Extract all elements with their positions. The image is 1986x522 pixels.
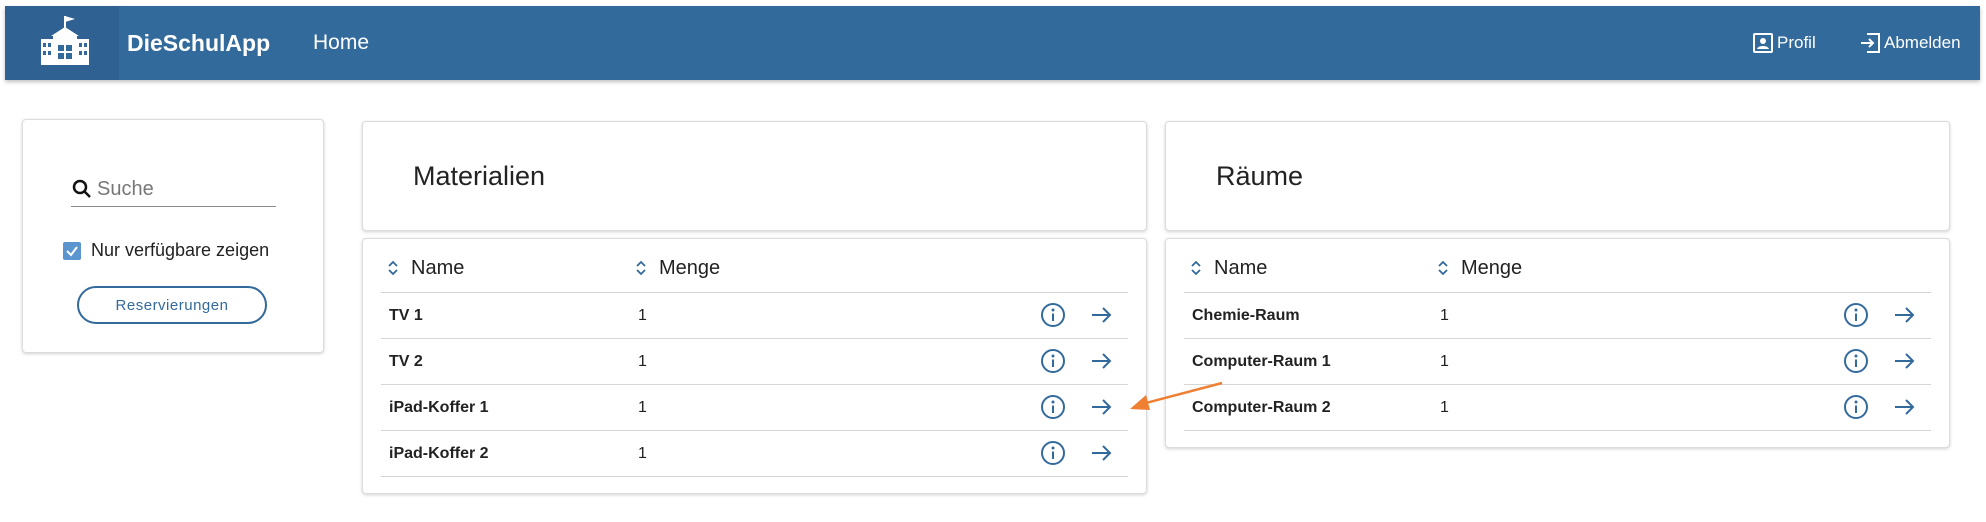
item-qty: 1 <box>1440 307 1449 324</box>
info-icon[interactable] <box>1040 348 1066 374</box>
rooms-sort-qty[interactable]: Menge <box>1437 239 1522 297</box>
only-available-label: Nur verfügbare zeigen <box>91 240 270 260</box>
table-row[interactable]: Computer-Raum 1 1 <box>1184 339 1931 385</box>
rooms-title: Räume <box>1216 161 1304 191</box>
column-header-qty: Menge <box>1461 257 1523 279</box>
materials-table-header: Name Menge <box>381 239 1128 293</box>
logout-icon <box>1861 33 1880 53</box>
item-qty: 1 <box>1440 399 1449 416</box>
item-name: iPad-Koffer 2 <box>389 445 489 462</box>
materials-header-card: Materialien <box>362 121 1147 231</box>
info-icon[interactable] <box>1040 440 1066 466</box>
item-name: TV 1 <box>389 307 423 324</box>
only-available-option[interactable]: Nur verfügbare zeigen <box>63 240 269 261</box>
sort-icon <box>1438 260 1448 276</box>
item-name: Chemie-Raum <box>1192 307 1300 324</box>
arrow-right-icon[interactable] <box>1088 302 1114 328</box>
item-qty: 1 <box>638 445 647 462</box>
search-field[interactable] <box>71 172 276 207</box>
sort-icon <box>636 260 646 276</box>
sort-icon <box>1191 260 1201 276</box>
materials-title: Materialien <box>413 161 546 191</box>
arrow-right-icon[interactable] <box>1891 348 1917 374</box>
annotation-arrow <box>1130 381 1223 410</box>
materials-sort-name[interactable]: Name <box>387 239 464 297</box>
profile-icon <box>1753 33 1773 53</box>
filter-card: Nur verfügbare zeigen Reservierungen <box>22 119 324 353</box>
table-row[interactable]: iPad-Koffer 2 1 <box>381 431 1128 477</box>
column-header-name: Name <box>411 257 465 279</box>
rooms-table-card: Name Menge Chemie-Raum 1 Computer-Raum 1… <box>1165 238 1950 448</box>
item-name: TV 2 <box>389 353 423 370</box>
rooms-header-card: Räume <box>1165 121 1950 231</box>
table-row[interactable]: TV 2 1 <box>381 339 1128 385</box>
table-row[interactable]: Computer-Raum 2 1 <box>1184 385 1931 431</box>
arrow-right-icon[interactable] <box>1891 302 1917 328</box>
materials-sort-qty[interactable]: Menge <box>635 239 720 297</box>
item-qty: 1 <box>1440 353 1449 370</box>
column-header-qty: Menge <box>659 257 721 279</box>
top-bar: DieSchulApp Home Profil Abmelden <box>5 6 1980 80</box>
only-available-checkbox[interactable] <box>63 241 81 260</box>
table-row[interactable]: Chemie-Raum 1 <box>1184 293 1931 339</box>
logout-button[interactable]: Abmelden <box>1858 6 1961 80</box>
table-row[interactable]: iPad-Koffer 1 1 <box>381 385 1128 431</box>
school-logo-icon <box>41 16 89 65</box>
nav-home-link[interactable]: Home <box>313 6 369 80</box>
logo[interactable] <box>5 6 119 80</box>
item-qty: 1 <box>638 399 647 416</box>
info-icon[interactable] <box>1843 302 1869 328</box>
table-row[interactable]: TV 1 1 <box>381 293 1128 339</box>
info-icon[interactable] <box>1040 302 1066 328</box>
arrow-right-icon[interactable] <box>1088 440 1114 466</box>
check-icon <box>66 245 78 257</box>
profile-button[interactable]: Profil <box>1751 6 1816 80</box>
rooms-table-header: Name Menge <box>1184 239 1931 293</box>
info-icon[interactable] <box>1843 394 1869 420</box>
search-input[interactable] <box>97 177 267 201</box>
column-header-name: Name <box>1214 257 1268 279</box>
search-icon <box>72 179 91 198</box>
app-brand[interactable]: DieSchulApp <box>127 6 270 80</box>
arrow-right-icon[interactable] <box>1088 394 1114 420</box>
info-icon[interactable] <box>1040 394 1066 420</box>
profile-label: Profil <box>1777 33 1816 52</box>
arrow-right-icon[interactable] <box>1891 394 1917 420</box>
item-qty: 1 <box>638 307 647 324</box>
item-name: Computer-Raum 1 <box>1192 353 1331 370</box>
rooms-sort-name[interactable]: Name <box>1190 239 1267 297</box>
sort-icon <box>388 260 398 276</box>
arrow-right-icon[interactable] <box>1088 348 1114 374</box>
item-qty: 1 <box>638 353 647 370</box>
info-icon[interactable] <box>1843 348 1869 374</box>
item-name: iPad-Koffer 1 <box>389 399 489 416</box>
logout-label: Abmelden <box>1884 33 1961 52</box>
reservations-button[interactable]: Reservierungen <box>77 286 267 324</box>
materials-table-card: Name Menge TV 1 1 TV 2 1 iPad-Koffer 1 1… <box>362 238 1147 494</box>
